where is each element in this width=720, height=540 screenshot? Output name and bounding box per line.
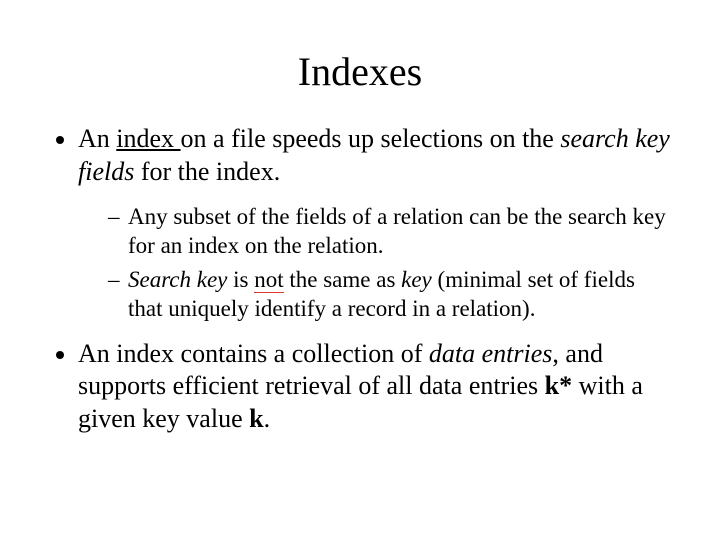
bullet-2-kstar: k*	[545, 371, 572, 400]
bullet-2-text-a: An index contains a collection of	[78, 339, 429, 368]
sub-bullet-2: Search key is not the same as key (minim…	[108, 265, 672, 324]
sub2-not: not	[254, 267, 283, 293]
sub2-text-a: is	[227, 267, 254, 292]
bullet-2-dataentries: data entries	[429, 339, 553, 368]
slide-title: Indexes	[48, 48, 672, 95]
bullet-2-text-d: .	[264, 404, 271, 433]
bullet-1-text-a: An	[78, 124, 116, 153]
sub-bullet-list: Any subset of the fields of a relation c…	[78, 202, 672, 324]
sub2-text-b: the same as	[284, 267, 402, 292]
bullet-2: An index contains a collection of data e…	[78, 338, 672, 436]
sub2-key: key	[401, 267, 432, 292]
slide: Indexes An index on a file speeds up sel…	[0, 0, 720, 540]
bullet-1-index: index	[116, 124, 180, 153]
top-bullet-list: An index on a file speeds up selections …	[48, 123, 672, 435]
bullet-2-k: k	[249, 404, 263, 433]
bullet-1-text-b: on a file speeds up selections on the	[181, 124, 561, 153]
sub-bullet-1: Any subset of the fields of a relation c…	[108, 202, 672, 261]
bullet-1-text-c: for the index.	[134, 157, 280, 186]
bullet-1: An index on a file speeds up selections …	[78, 123, 672, 324]
sub2-searchkey: Search key	[128, 267, 227, 292]
